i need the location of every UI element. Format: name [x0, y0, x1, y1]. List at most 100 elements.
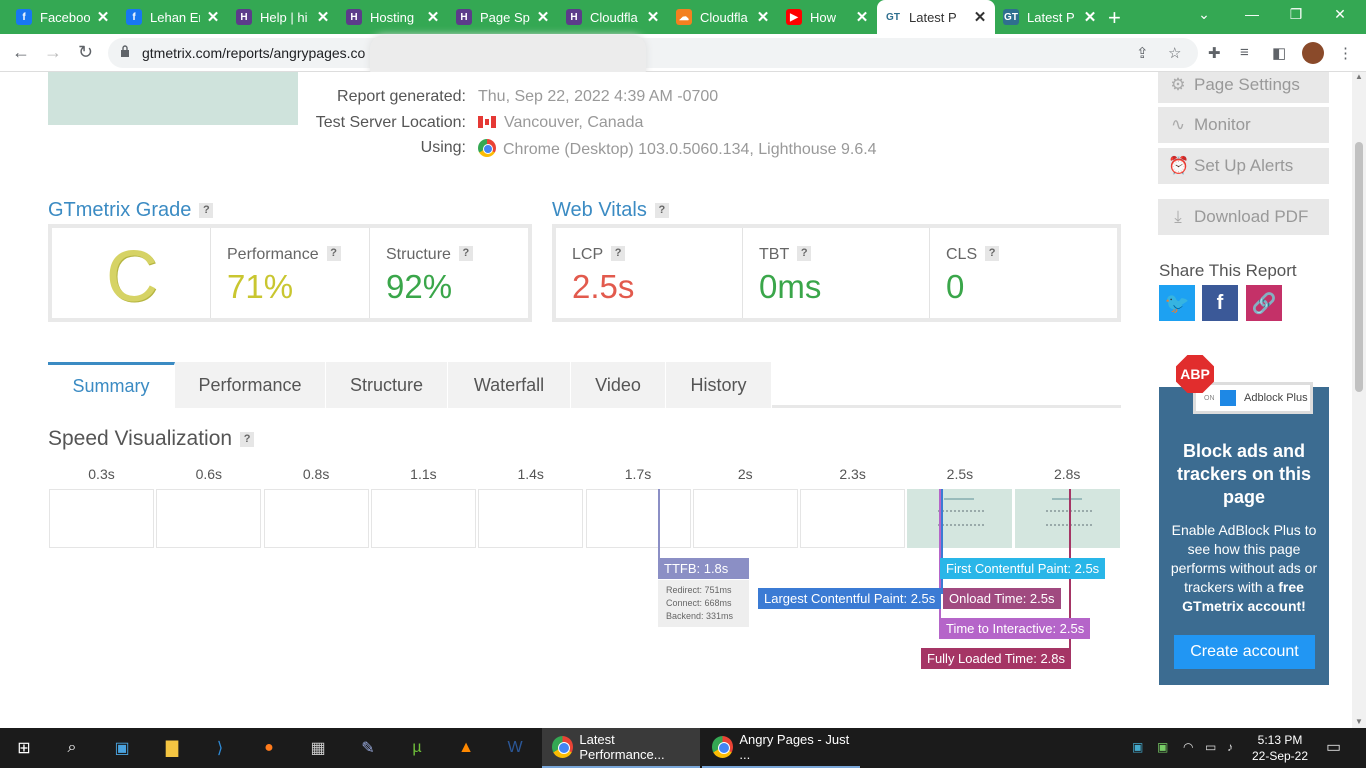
tab-close-icon[interactable]: ✕: [536, 8, 550, 26]
page-settings-button[interactable]: ⚙ Page Settings: [1158, 72, 1329, 103]
volume-icon[interactable]: ♪: [1227, 740, 1233, 754]
help-icon[interactable]: ?: [654, 203, 669, 218]
filmstrip-frame[interactable]: [478, 489, 584, 548]
scrollbar-thumb[interactable]: [1355, 142, 1363, 392]
browser-tab[interactable]: H Hosting ✕: [338, 0, 448, 34]
wifi-icon[interactable]: ◠: [1183, 740, 1193, 754]
fully-loaded-marker[interactable]: Fully Loaded Time: 2.8s: [921, 648, 1072, 669]
browser-tab[interactable]: f Lehan Er ✕: [118, 0, 228, 34]
utorrent-icon[interactable]: µ: [405, 736, 429, 760]
firefox-icon[interactable]: ●: [257, 736, 281, 760]
tab-close-icon[interactable]: ✕: [206, 8, 220, 26]
cls-value: 0: [946, 268, 965, 305]
filmstrip-frame[interactable]: [692, 489, 798, 548]
close-window-button[interactable]: ✕: [1320, 6, 1360, 23]
copy-link-icon[interactable]: 🔗: [1246, 285, 1282, 321]
tab-search-icon[interactable]: ⌄: [1184, 6, 1224, 23]
browser-tab[interactable]: ☁ Cloudfla ✕: [668, 0, 778, 34]
tab-close-icon[interactable]: ✕: [973, 8, 987, 26]
help-icon[interactable]: ?: [797, 246, 812, 261]
side-panel-icon[interactable]: ◧: [1272, 44, 1286, 62]
extensions-icon[interactable]: ✚: [1208, 44, 1221, 62]
page-scrollbar[interactable]: ▲ ▼: [1352, 72, 1366, 728]
filmstrip-frame[interactable]: [1014, 489, 1120, 548]
forward-icon[interactable]: →: [44, 42, 62, 63]
lcp-marker[interactable]: Largest Contentful Paint: 2.5s: [758, 588, 942, 609]
calculator-icon[interactable]: ▦: [306, 736, 330, 760]
tab-close-icon[interactable]: ✕: [855, 8, 869, 26]
monitor-button[interactable]: ∿ Monitor: [1158, 107, 1329, 143]
filmstrip-frame[interactable]: [585, 489, 691, 548]
filmstrip-frame[interactable]: [263, 489, 369, 548]
tab-close-icon[interactable]: ✕: [756, 8, 770, 26]
tab-structure[interactable]: Structure: [326, 362, 448, 408]
desktop-app-icon[interactable]: ▣: [110, 736, 134, 760]
profile-avatar[interactable]: [1302, 42, 1324, 64]
filmstrip-frame[interactable]: [49, 489, 154, 548]
filmstrip-frame[interactable]: [156, 489, 262, 548]
scroll-down-arrow-icon[interactable]: ▼: [1355, 717, 1363, 726]
tab-history[interactable]: History: [666, 362, 772, 408]
browser-tab[interactable]: H Help | hi ✕: [228, 0, 338, 34]
reading-list-icon[interactable]: ≡: [1240, 44, 1249, 61]
tray-app2-icon[interactable]: ▣: [1157, 740, 1168, 754]
browser-tab[interactable]: f Faceboo ✕: [8, 0, 118, 34]
tab-close-icon[interactable]: ✕: [1083, 8, 1097, 26]
help-icon[interactable]: ?: [326, 246, 341, 261]
back-icon[interactable]: ←: [12, 42, 30, 63]
taskbar-chrome-app-1[interactable]: Latest Performance...: [542, 728, 700, 768]
browser-tab[interactable]: GT Latest P ✕: [995, 0, 1105, 34]
download-pdf-button[interactable]: ⤓ Download PDF: [1158, 199, 1329, 235]
browser-tab[interactable]: ▶ How ✕: [778, 0, 877, 34]
tab-close-icon[interactable]: ✕: [96, 8, 110, 26]
tab-video[interactable]: Video: [571, 362, 666, 408]
facebook-share-icon[interactable]: f: [1202, 285, 1238, 321]
tab-close-icon[interactable]: ✕: [316, 8, 330, 26]
taskbar-chrome-app-2[interactable]: Angry Pages - Just ...: [702, 728, 860, 768]
address-bar[interactable]: gtmetrix.com/reports/angrypages.co: [108, 35, 1198, 83]
notifications-icon[interactable]: ▭: [1326, 737, 1341, 757]
new-tab-button[interactable]: +: [1108, 5, 1121, 31]
vlc-icon[interactable]: ▲: [454, 736, 478, 760]
tab-summary[interactable]: Summary: [48, 362, 175, 408]
windows-start-icon[interactable]: ⊞: [12, 736, 36, 760]
menu-icon[interactable]: ⋮: [1338, 44, 1353, 62]
create-account-button[interactable]: Create account: [1174, 635, 1315, 669]
share-icon[interactable]: ⇪: [1136, 44, 1149, 62]
twitter-share-icon[interactable]: 🐦: [1159, 285, 1195, 321]
filmstrip-frame[interactable]: [907, 489, 1013, 548]
ttfb-marker[interactable]: TTFB: 1.8s: [658, 558, 749, 579]
file-explorer-icon[interactable]: ▇: [160, 736, 184, 760]
help-icon[interactable]: ?: [458, 246, 473, 261]
set-up-alerts-button[interactable]: ⏰ Set Up Alerts: [1158, 148, 1329, 184]
taskbar-clock[interactable]: 5:13 PM 22-Sep-22: [1250, 732, 1310, 764]
word-icon[interactable]: W: [503, 736, 527, 760]
help-icon[interactable]: ?: [611, 246, 626, 261]
browser-tab[interactable]: H Page Sp ✕: [448, 0, 558, 34]
search-icon[interactable]: ⌕: [60, 736, 84, 760]
filmstrip-frame[interactable]: [800, 489, 906, 548]
help-icon[interactable]: ?: [240, 432, 255, 447]
page-screenshot-thumbnail[interactable]: [48, 72, 298, 125]
tab-waterfall[interactable]: Waterfall: [448, 362, 571, 408]
tab-close-icon[interactable]: ✕: [426, 8, 440, 26]
bookmark-star-icon[interactable]: ☆: [1168, 44, 1181, 62]
browser-tab[interactable]: GT Latest P ✕: [877, 0, 995, 34]
browser-tab[interactable]: H Cloudfla ✕: [558, 0, 668, 34]
help-icon[interactable]: ?: [199, 203, 214, 218]
paint-icon[interactable]: ✎: [356, 736, 380, 760]
vscode-icon[interactable]: ⟩: [208, 736, 232, 760]
tti-marker[interactable]: Time to Interactive: 2.5s: [940, 618, 1091, 639]
tab-performance[interactable]: Performance: [175, 362, 326, 408]
reload-icon[interactable]: ↻: [78, 42, 93, 63]
tray-app-icon[interactable]: ▣: [1132, 740, 1143, 754]
filmstrip-frame[interactable]: [370, 489, 476, 548]
scroll-up-arrow-icon[interactable]: ▲: [1355, 72, 1363, 81]
tab-close-icon[interactable]: ✕: [646, 8, 660, 26]
restore-button[interactable]: ❐: [1276, 6, 1316, 23]
minimize-button[interactable]: —: [1232, 6, 1272, 22]
help-icon[interactable]: ?: [985, 246, 1000, 261]
battery-icon[interactable]: ▭: [1205, 740, 1216, 754]
fcp-marker[interactable]: First Contentful Paint: 2.5s: [940, 558, 1106, 579]
onload-marker[interactable]: Onload Time: 2.5s: [943, 588, 1061, 609]
